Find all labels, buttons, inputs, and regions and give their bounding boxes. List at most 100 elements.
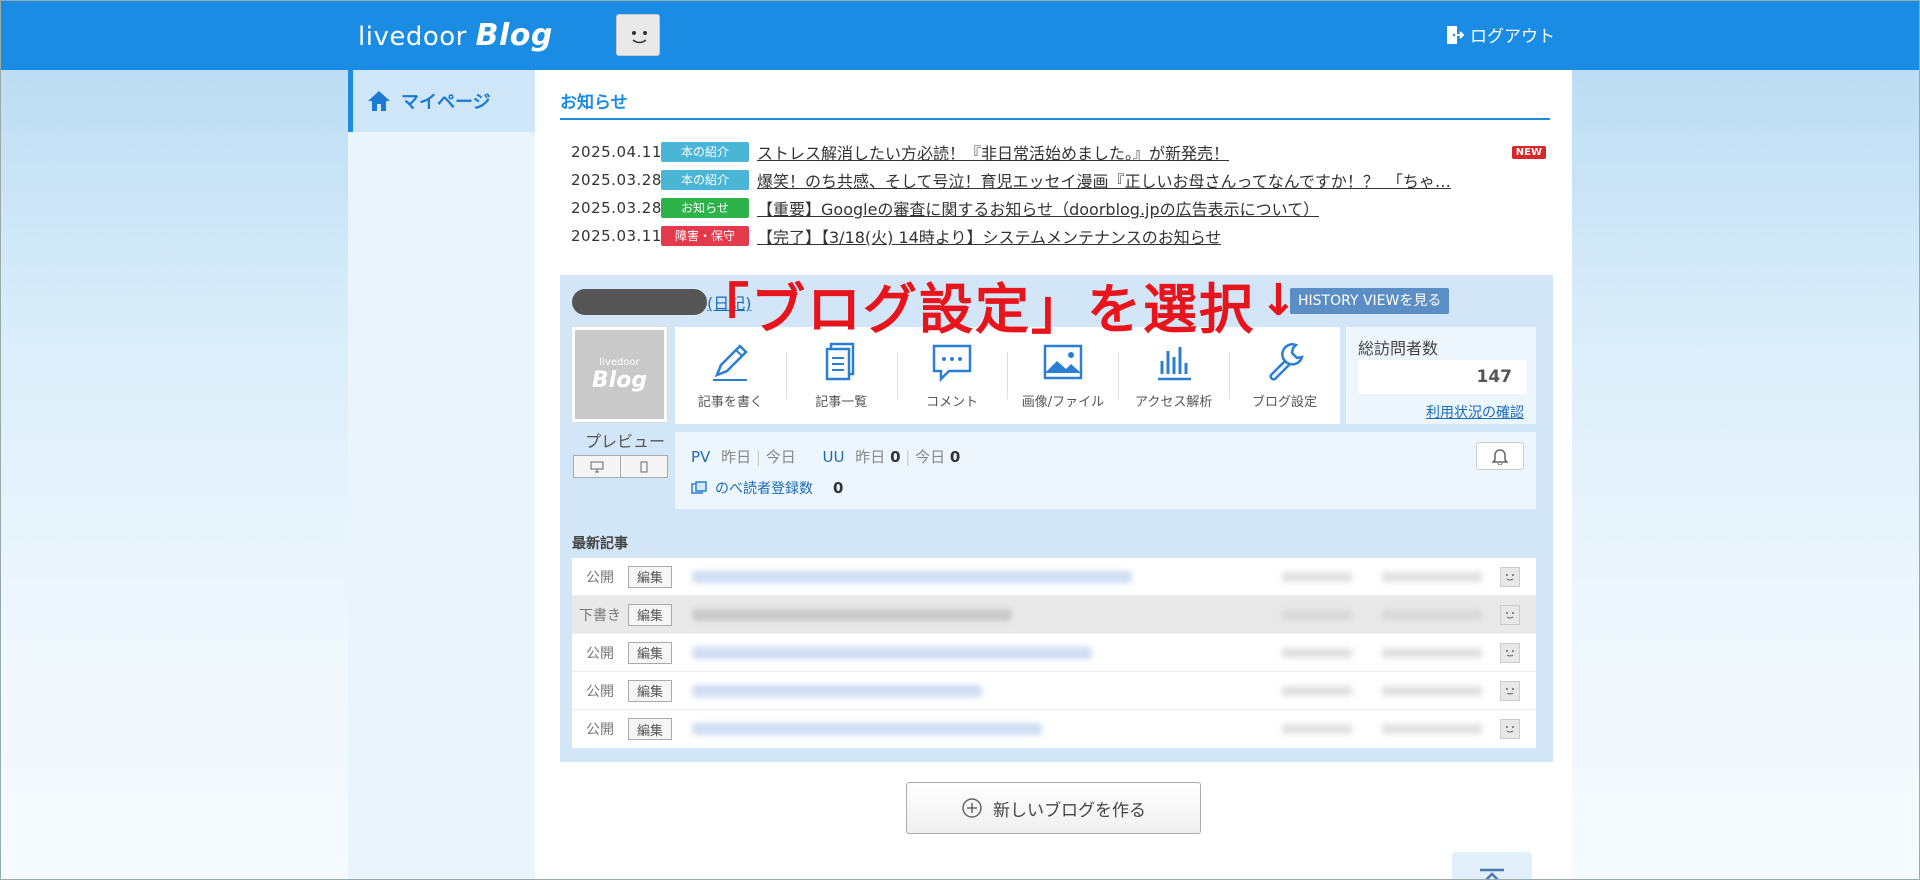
news-link[interactable]: ストレス解消したい方必読！『非日常活始めました。』が新発売！ xyxy=(757,140,1229,164)
pv-link[interactable]: PV xyxy=(691,448,710,466)
bell-icon xyxy=(1492,449,1508,465)
documents-icon xyxy=(825,342,855,381)
thumb-large-text: Blog xyxy=(591,367,648,393)
comment-icon xyxy=(932,344,972,383)
action-label: ブログ設定 xyxy=(1252,395,1318,410)
livedoor-blog-logo[interactable]: livedoor Blog xyxy=(358,18,553,53)
edit-button[interactable]: 編集 xyxy=(628,641,672,664)
pv-today-label: 今日 xyxy=(765,448,796,466)
logo-blog-text: Blog xyxy=(475,18,553,53)
readers-count-value: 0 xyxy=(833,479,844,497)
post-status: 公開 xyxy=(586,683,614,700)
user-avatar-button[interactable] xyxy=(616,14,660,56)
news-section-title: お知らせ xyxy=(560,88,1550,120)
sidebar-item-mypage[interactable]: マイページ xyxy=(348,70,535,132)
news-link[interactable]: 【完了】【3/18(火) 14時より】システムメンテナンスのお知らせ xyxy=(757,224,1221,248)
main-content: お知らせ 2025.04.11 本の紹介 ストレス解消したい方必読！『非日常活始… xyxy=(535,70,1572,880)
post-title-blurred xyxy=(692,570,1132,583)
news-date: 2025.03.11 xyxy=(571,227,662,245)
edit-button[interactable]: 編集 xyxy=(628,603,672,626)
news-date: 2025.03.28 xyxy=(571,199,662,217)
post-title-blurred xyxy=(692,608,1012,621)
blog-thumbnail[interactable]: livedoor Blog xyxy=(572,327,667,422)
home-icon xyxy=(368,91,390,111)
latest-posts-list: 公開 編集 下書き 編集 公開 編集 公開 編集 公開 編集 xyxy=(572,558,1536,748)
logout-icon xyxy=(1447,25,1464,44)
preview-label: プレビュー xyxy=(585,432,666,451)
action-label: アクセス解析 xyxy=(1135,395,1213,410)
news-tag: 障害・保守 xyxy=(661,226,749,246)
readers-count-link[interactable]: のべ読者登録数 xyxy=(715,478,813,498)
wrench-icon xyxy=(1269,343,1304,381)
news-tag: お知らせ xyxy=(661,198,749,218)
post-author-blurred xyxy=(1282,724,1352,734)
post-author-blurred xyxy=(1282,647,1352,658)
action-label: 記事一覧 xyxy=(815,395,868,410)
uu-yesterday-label: 昨日 xyxy=(855,448,886,466)
post-author-blurred xyxy=(1282,685,1352,696)
history-view-button[interactable]: HISTORY VIEWを見る xyxy=(1290,288,1450,314)
post-author-blurred xyxy=(1282,609,1352,620)
thumb-small-text: livedoor xyxy=(599,356,640,368)
annotation-text: 「ブログ設定」を選択 xyxy=(695,278,1255,341)
news-link[interactable]: 【重要】Googleの審査に関するお知らせ（doorblog.jpの広告表示につ… xyxy=(757,196,1319,220)
news-item: 2025.03.28 本の紹介 爆笑！のち共感、そして号泣！育児エッセイ漫画『正… xyxy=(571,166,1546,194)
pencil-icon xyxy=(713,344,749,381)
visitor-count-value: 147 xyxy=(1358,360,1526,394)
news-list: 2025.04.11 本の紹介 ストレス解消したい方必読！『非日常活始めました。… xyxy=(571,138,1546,250)
post-status: 公開 xyxy=(586,722,614,738)
sidebar-item-label: マイページ xyxy=(401,92,491,113)
author-face-icon xyxy=(1500,566,1520,587)
post-row[interactable]: 公開 編集 xyxy=(572,558,1536,596)
news-item: 2025.04.11 本の紹介 ストレス解消したい方必読！『非日常活始めました。… xyxy=(571,138,1546,166)
post-date-blurred xyxy=(1382,609,1482,620)
post-status: 公開 xyxy=(586,569,614,586)
post-row[interactable]: 公開 編集 xyxy=(572,672,1536,710)
author-face-icon xyxy=(1500,604,1520,625)
uu-link[interactable]: UU xyxy=(823,448,845,466)
preview-mobile-button[interactable] xyxy=(620,456,667,477)
edit-button[interactable]: 編集 xyxy=(628,718,672,740)
notification-button[interactable] xyxy=(1476,442,1524,470)
post-date-blurred xyxy=(1382,647,1482,658)
logo-text: livedoor xyxy=(358,22,467,52)
sidebar: マイページ xyxy=(348,70,535,880)
arrow-up-icon xyxy=(1480,868,1504,880)
author-face-icon xyxy=(1500,680,1520,701)
news-tag: 本の紹介 xyxy=(661,142,749,162)
post-row[interactable]: 公開 編集 xyxy=(572,710,1536,748)
post-row[interactable]: 下書き 編集 xyxy=(572,596,1536,634)
edit-button[interactable]: 編集 xyxy=(628,679,672,702)
create-new-blog-label: 新しいブログを作る xyxy=(993,800,1146,821)
news-item: 2025.03.28 お知らせ 【重要】Googleの審査に関するお知らせ（do… xyxy=(571,194,1546,222)
scroll-to-top-button[interactable] xyxy=(1452,852,1532,880)
uu-yesterday-value: 0 xyxy=(890,448,901,466)
face-icon xyxy=(632,31,647,44)
latest-posts-title: 最新記事 xyxy=(572,536,628,552)
author-face-icon xyxy=(1500,642,1520,663)
logout-label: ログアウト xyxy=(1470,27,1555,47)
uu-today-value: 0 xyxy=(949,448,961,466)
news-link[interactable]: 爆笑！のち共感、そして号泣！育児エッセイ漫画『正しいお母さんってなんですか！？ … xyxy=(757,168,1451,192)
annotation-arrow: ↓ xyxy=(1260,275,1297,326)
news-tag: 本の紹介 xyxy=(661,170,749,190)
post-title-blurred xyxy=(692,646,1092,659)
post-title-blurred xyxy=(692,723,1042,735)
new-badge: NEW xyxy=(1511,146,1546,159)
news-date: 2025.04.11 xyxy=(571,143,662,161)
news-date: 2025.03.28 xyxy=(571,171,662,189)
action-label: コメント xyxy=(926,395,979,410)
create-new-blog-button[interactable]: 新しいブログを作る xyxy=(906,782,1201,834)
post-row[interactable]: 公開 編集 xyxy=(572,634,1536,672)
post-author-blurred xyxy=(1282,571,1352,582)
usage-status-link[interactable]: 利用状況の確認 xyxy=(1426,402,1524,422)
news-item: 2025.03.11 障害・保守 【完了】【3/18(火) 14時より】システム… xyxy=(571,222,1546,250)
post-status: 公開 xyxy=(586,645,614,662)
author-face-icon xyxy=(1500,719,1520,739)
post-date-blurred xyxy=(1382,571,1482,582)
action-label: 記事を書く xyxy=(697,395,763,410)
edit-button[interactable]: 編集 xyxy=(628,565,672,588)
preview-pc-button[interactable] xyxy=(574,456,620,477)
logout-button[interactable]: ログアウト xyxy=(1446,22,1555,47)
reader-icon xyxy=(691,481,707,494)
